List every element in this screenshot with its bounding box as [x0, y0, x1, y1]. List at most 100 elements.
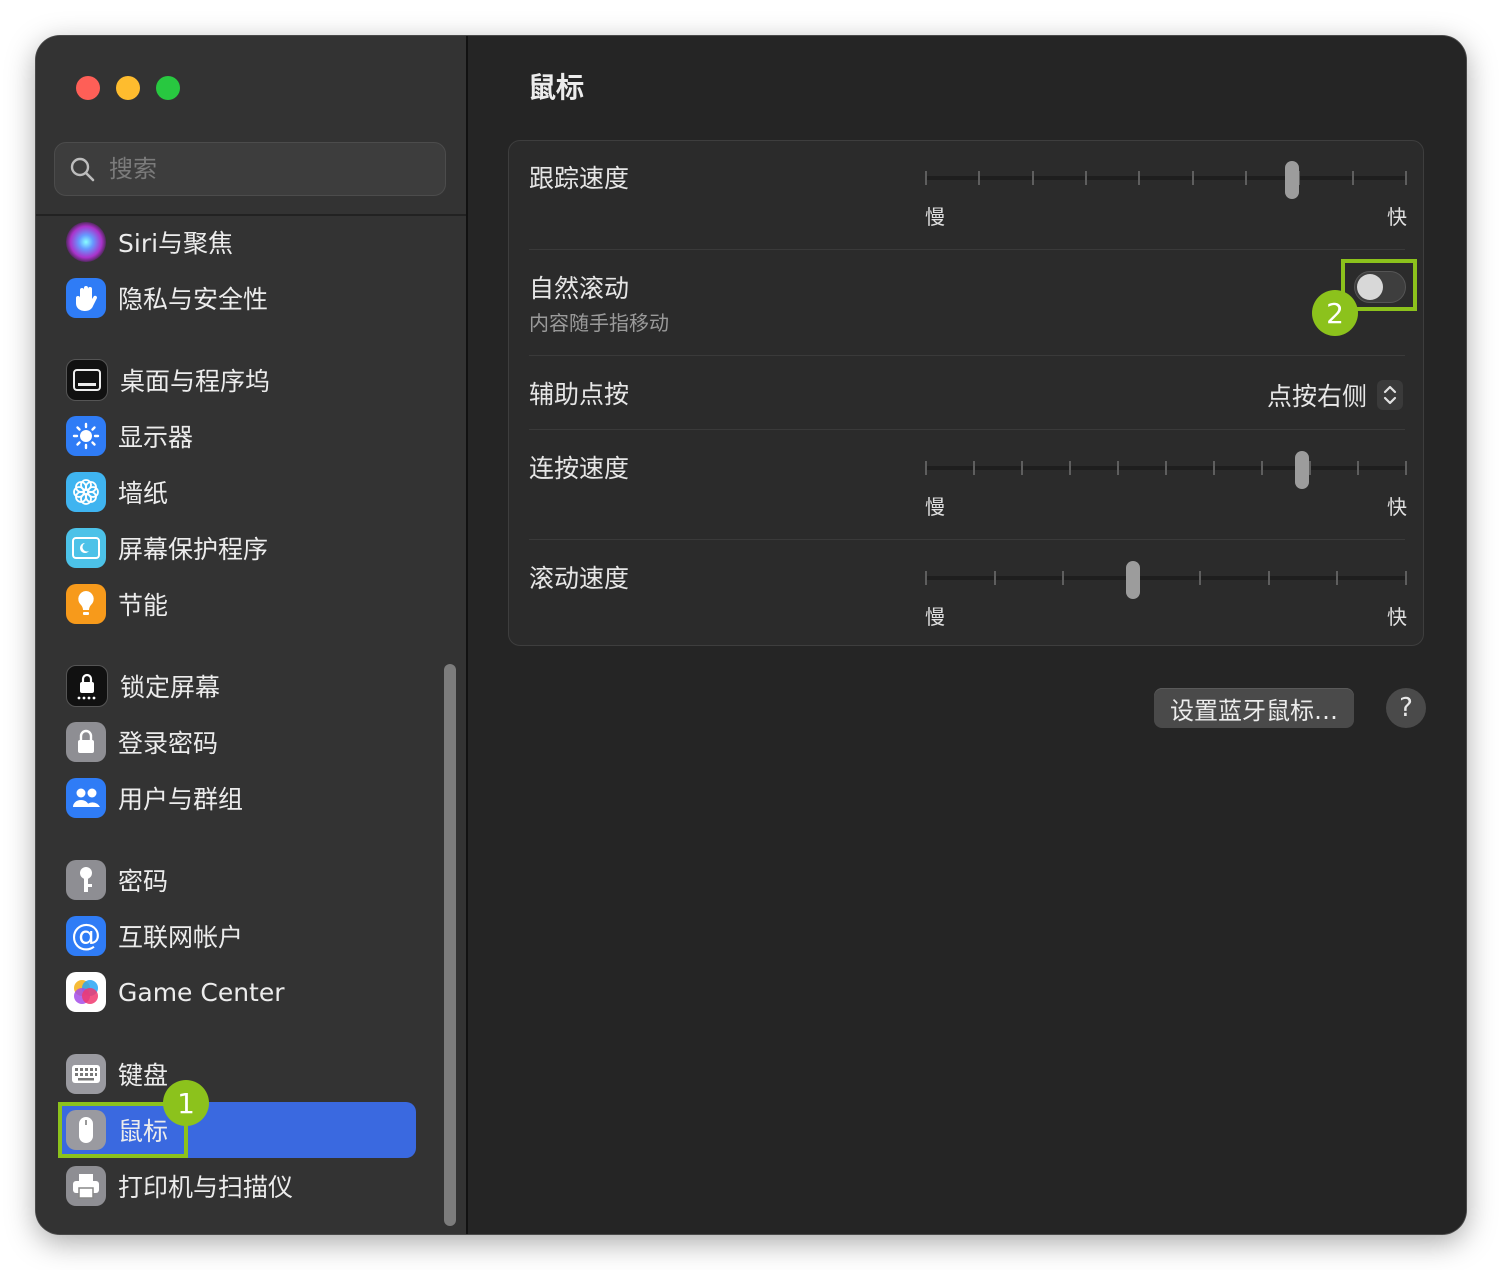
secondary-click-label: 辅助点按	[529, 380, 630, 409]
sidebar-item-label: 键盘	[118, 1061, 169, 1090]
slider-tick	[1085, 171, 1087, 185]
slider-tick	[1267, 571, 1270, 585]
main-pane: 鼠标 跟踪速度 慢 快 自然滚动 内容随手指移动 辅助点按 点按右侧 连按速度 …	[468, 36, 1466, 1234]
sidebar-item-passwords[interactable]: 密码	[58, 852, 416, 908]
sidebar: Siri与聚焦 隐私与安全性 桌面与程序坞 显示器	[36, 36, 468, 1234]
help-button[interactable]: ?	[1386, 688, 1426, 728]
slider-tick	[1199, 571, 1202, 585]
slider-tick	[925, 571, 927, 585]
search-field[interactable]	[54, 142, 446, 196]
slider-tick	[1165, 461, 1167, 475]
search-input[interactable]	[107, 154, 411, 184]
sidebar-item-login-password[interactable]: 登录密码	[58, 714, 416, 770]
slider-tick	[1405, 571, 1407, 585]
slider-tick	[1062, 571, 1065, 585]
game-center-icon	[66, 972, 106, 1012]
tracking-speed-max-label: 快	[1387, 205, 1407, 229]
sidebar-item-internet-accounts[interactable]: @ 互联网帐户	[58, 908, 416, 964]
sidebar-item-lock-screen[interactable]: 锁定屏幕	[58, 658, 416, 714]
sidebar-item-label: 墙纸	[118, 479, 169, 508]
siri-icon	[66, 222, 106, 262]
slider-tick	[1191, 171, 1194, 185]
secondary-click-popup[interactable]: 点按右侧	[1267, 377, 1403, 413]
slider-tick	[973, 461, 975, 475]
slider-tick	[1351, 171, 1354, 185]
double-click-speed-min-label: 慢	[925, 495, 945, 519]
slider-tick	[1031, 171, 1034, 185]
chevron-up-down-icon	[1377, 380, 1403, 410]
sidebar-item-privacy[interactable]: 隐私与安全性	[58, 270, 416, 326]
key-icon	[66, 860, 106, 900]
sidebar-item-energy[interactable]: 节能	[58, 576, 416, 632]
users-icon	[66, 778, 106, 818]
slider-tick	[925, 461, 927, 475]
flower-icon	[66, 472, 106, 512]
sidebar-item-label: 桌面与程序坞	[120, 367, 271, 396]
divider	[529, 429, 1405, 430]
slider-tick	[1117, 461, 1119, 475]
sidebar-item-label: 屏幕保护程序	[118, 535, 269, 564]
sidebar-item-label: 登录密码	[118, 729, 219, 758]
sidebar-item-label: Game Center	[118, 977, 285, 1007]
sidebar-item-displays[interactable]: 显示器	[58, 408, 416, 464]
sun-icon	[66, 416, 106, 456]
sidebar-item-label: Siri与聚焦	[118, 229, 234, 258]
sidebar-item-label: 互联网帐户	[118, 923, 244, 952]
screensaver-icon	[66, 528, 106, 568]
page-title: 鼠标	[528, 71, 585, 104]
divider	[529, 355, 1405, 356]
slider-knob[interactable]	[1285, 161, 1300, 199]
slider-knob[interactable]	[1294, 451, 1309, 489]
setup-bluetooth-mouse-button[interactable]: 设置蓝牙鼠标…	[1154, 688, 1354, 728]
printer-icon	[66, 1166, 106, 1206]
sidebar-item-label: 用户与群组	[118, 785, 244, 814]
slider-tick	[925, 171, 927, 185]
slider-tick	[1021, 461, 1023, 475]
tracking-speed-slider[interactable]	[925, 159, 1407, 199]
close-button[interactable]	[76, 76, 100, 100]
lightbulb-icon	[66, 584, 106, 624]
settings-panel: 跟踪速度 慢 快 自然滚动 内容随手指移动 辅助点按 点按右侧 连按速度 慢 快…	[508, 140, 1424, 646]
tracking-speed-min-label: 慢	[925, 205, 945, 229]
sidebar-item-keyboard[interactable]: 键盘	[58, 1046, 416, 1102]
slider-tick	[1261, 461, 1263, 475]
lock-screen-icon	[66, 665, 108, 707]
sidebar-item-printers[interactable]: 打印机与扫描仪	[58, 1158, 416, 1214]
sidebar-item-users[interactable]: 用户与群组	[58, 770, 416, 826]
scroll-speed-slider[interactable]	[925, 559, 1407, 599]
search-icon	[70, 157, 95, 182]
sidebar-item-siri[interactable]: Siri与聚焦	[58, 214, 416, 270]
keyboard-icon	[66, 1054, 106, 1094]
slider-tick	[1245, 171, 1247, 185]
sidebar-scrollbar[interactable]	[444, 664, 456, 1226]
slider-tick	[993, 571, 996, 585]
double-click-speed-max-label: 快	[1387, 495, 1407, 519]
slider-tick	[1069, 461, 1071, 475]
secondary-click-value: 点按右侧	[1266, 382, 1367, 411]
slider-knob[interactable]	[1126, 561, 1141, 599]
lock-icon	[66, 722, 106, 762]
sidebar-item-label: 打印机与扫描仪	[118, 1173, 294, 1202]
double-click-speed-slider[interactable]	[925, 449, 1407, 489]
sidebar-item-desktop-dock[interactable]: 桌面与程序坞	[58, 352, 416, 408]
sidebar-item-label: 节能	[118, 591, 169, 620]
slider-track	[925, 576, 1407, 580]
natural-scroll-description: 内容随手指移动	[529, 311, 669, 335]
settings-window: Siri与聚焦 隐私与安全性 桌面与程序坞 显示器	[36, 36, 1466, 1234]
traffic-lights	[76, 76, 180, 100]
minimize-button[interactable]	[116, 76, 140, 100]
natural-scroll-label: 自然滚动	[529, 274, 630, 303]
scroll-speed-label: 滚动速度	[529, 564, 630, 593]
sidebar-item-label: 显示器	[118, 423, 194, 452]
dock-icon	[66, 359, 108, 401]
zoom-button[interactable]	[156, 76, 180, 100]
sidebar-item-screensaver[interactable]: 屏幕保护程序	[58, 520, 416, 576]
double-click-speed-label: 连按速度	[529, 454, 630, 483]
slider-tick	[1405, 461, 1407, 475]
sidebar-item-game-center[interactable]: Game Center	[58, 964, 416, 1020]
at-icon: @	[66, 916, 106, 956]
slider-track	[925, 176, 1407, 180]
annotation-badge-2: 2	[1312, 290, 1358, 336]
sidebar-item-wallpaper[interactable]: 墙纸	[58, 464, 416, 520]
hand-icon	[66, 278, 106, 318]
